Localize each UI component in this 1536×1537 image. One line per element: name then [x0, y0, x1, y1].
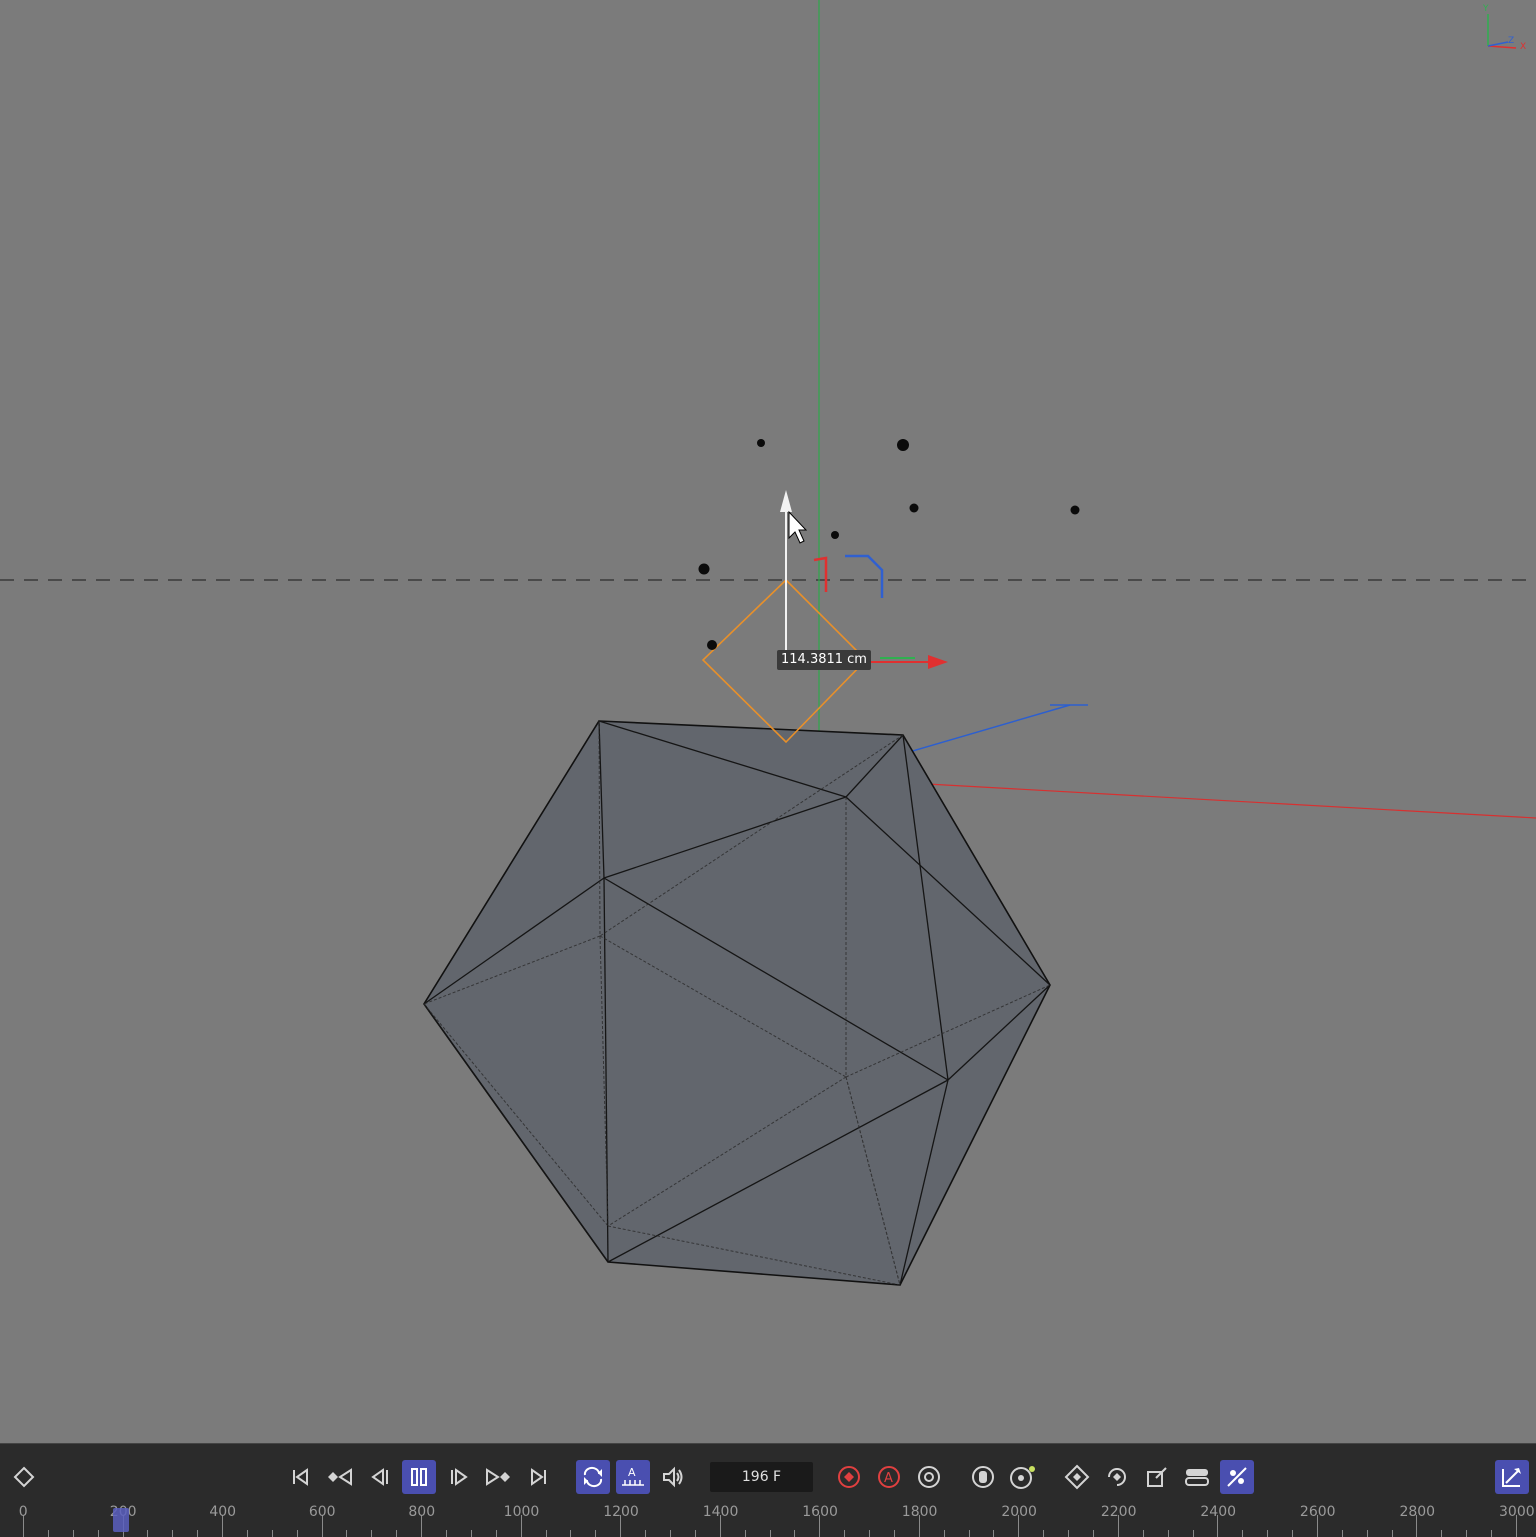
ruler-label: 400 [209, 1504, 237, 1520]
scale-icon [1147, 1467, 1167, 1487]
keyframe-settings-button[interactable] [912, 1460, 946, 1494]
next-frame-icon [451, 1468, 468, 1486]
autokey-button[interactable]: A [872, 1460, 906, 1494]
autokey-icon: A [878, 1466, 900, 1488]
go-to-end-button[interactable] [522, 1460, 556, 1494]
loop-button[interactable] [576, 1460, 610, 1494]
red-bracket-handle [813, 556, 828, 592]
ruler-label: 2400 [1200, 1504, 1237, 1520]
prev-key-icon [328, 1468, 352, 1486]
axis-label-z: Z [1508, 36, 1515, 46]
expand-icon [1502, 1468, 1521, 1487]
auto-key-range-button[interactable]: A [616, 1460, 650, 1494]
position-key-button[interactable] [1060, 1460, 1094, 1494]
motion-system-button[interactable] [1006, 1460, 1040, 1494]
ruler-label: 3000 [1499, 1504, 1535, 1520]
point-animation-icon [1227, 1467, 1247, 1487]
motion-record-button[interactable] [966, 1460, 1000, 1494]
ruler-label: 2200 [1100, 1504, 1137, 1520]
ruler-label: 800 [408, 1504, 436, 1520]
parameter-icon [1185, 1469, 1209, 1486]
previous-frame-button[interactable] [363, 1460, 397, 1494]
next-key-icon [486, 1468, 510, 1486]
playhead-marker[interactable] [112, 1508, 129, 1532]
rotate-icon [1108, 1468, 1126, 1486]
blue-bracket-handle [845, 554, 884, 598]
sound-button[interactable] [656, 1460, 690, 1494]
diamond-icon [13, 1466, 35, 1488]
point-level-animation-button[interactable] [1220, 1460, 1254, 1494]
current-frame-field[interactable]: 196 F [710, 1462, 813, 1492]
keyframe-button[interactable] [7, 1460, 41, 1494]
prev-frame-icon [371, 1468, 388, 1486]
pause-button[interactable] [402, 1460, 436, 1494]
timeline-toolbar: A 196 F A [0, 1444, 1536, 1510]
record-button[interactable] [832, 1460, 866, 1494]
move-icon [1064, 1464, 1090, 1490]
svg-text:A: A [628, 1466, 636, 1479]
ruler-label: 600 [308, 1504, 336, 1520]
previous-key-button[interactable] [323, 1460, 357, 1494]
timeline-expand-button[interactable] [1495, 1460, 1529, 1494]
3d-viewport[interactable]: 114.3811 cm Y Z X [0, 0, 1536, 1443]
ruler-label: 2600 [1299, 1504, 1336, 1520]
scatter-points [698, 439, 1080, 650]
next-frame-button[interactable] [442, 1460, 476, 1494]
go-to-start-button[interactable] [283, 1460, 317, 1494]
axis-label-y: Y [1483, 4, 1489, 14]
loop-icon [583, 1466, 603, 1488]
ruler-label: 2800 [1399, 1504, 1436, 1520]
ruler-label: 1600 [802, 1504, 838, 1520]
rotation-key-button[interactable] [1100, 1460, 1134, 1494]
motion-icon [972, 1466, 994, 1488]
ruler-label: 1000 [503, 1504, 540, 1520]
ruler-label: 1200 [603, 1504, 639, 1520]
ruler-label: 0 [18, 1504, 28, 1520]
timeline-panel: A 196 F A 0 400 600 800 1000 1200 1400 1… [0, 1443, 1536, 1537]
icosahedron-mesh [423, 720, 1051, 1286]
scene-canvas[interactable] [0, 0, 1536, 1443]
motion-system-icon [1010, 1466, 1035, 1489]
gear-icon [918, 1466, 940, 1488]
svg-text:A: A [884, 1471, 893, 1486]
view-axis-gizmo: Y Z X [1478, 4, 1530, 56]
scale-key-button[interactable] [1140, 1460, 1174, 1494]
frame-ruler[interactable]: 0200400600800100012001400160018002000220… [0, 1504, 1536, 1537]
ruler-label: 2000 [1001, 1504, 1037, 1520]
axis-label-x: X [1520, 42, 1527, 52]
auto-range-icon: A [622, 1466, 644, 1486]
pause-icon [411, 1468, 427, 1486]
ruler-label: 1800 [901, 1504, 938, 1520]
ruler-label: 1400 [702, 1504, 739, 1520]
parameter-key-button[interactable] [1180, 1460, 1214, 1494]
speaker-icon [663, 1466, 683, 1488]
skip-end-icon [531, 1468, 546, 1486]
mouse-cursor [788, 510, 808, 544]
skip-start-icon [293, 1468, 308, 1486]
next-key-button[interactable] [481, 1460, 515, 1494]
distance-readout: 114.3811 cm [777, 650, 871, 670]
record-icon [838, 1466, 860, 1488]
